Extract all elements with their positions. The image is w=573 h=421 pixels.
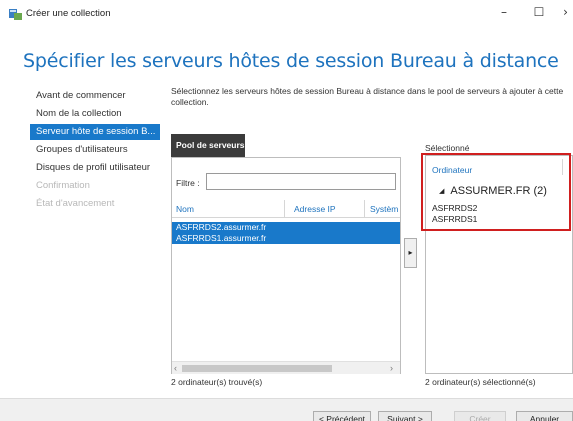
scroll-right-icon[interactable]: › bbox=[390, 363, 393, 373]
nav-item-etat-avancement: État d'avancement bbox=[36, 198, 115, 209]
nav-item-disques-profil[interactable]: Disques de profil utilisateur bbox=[30, 160, 160, 176]
tab-pool-de-serveurs[interactable]: Pool de serveurs bbox=[171, 134, 245, 157]
column-separator bbox=[284, 200, 285, 217]
selected-label: Sélectionné bbox=[425, 143, 470, 153]
title-bar: Créer une collection – ☐ › bbox=[0, 0, 573, 30]
nav-item-confirmation: Confirmation bbox=[36, 180, 90, 191]
wizard-footer: < Précédent Suivant > Créer Annuler bbox=[0, 398, 573, 421]
maximize-button[interactable]: ☐ bbox=[527, 5, 551, 19]
next-button[interactable]: Suivant > bbox=[378, 411, 432, 421]
close-button[interactable]: › bbox=[558, 5, 573, 19]
add-selected-button[interactable]: ▸ bbox=[404, 238, 417, 268]
horizontal-scrollbar[interactable]: ‹ › bbox=[172, 361, 400, 374]
cancel-button[interactable]: Annuler bbox=[516, 411, 573, 421]
column-nom[interactable]: Nom bbox=[176, 204, 194, 214]
nav-item-serveur-hote[interactable]: Serveur hôte de session B... bbox=[30, 124, 160, 140]
nav-item-groupes-utilisateurs[interactable]: Groupes d'utilisateurs bbox=[30, 142, 160, 158]
selected-count-text: 2 ordinateur(s) sélectionné(s) bbox=[425, 377, 536, 387]
nav-item-nom-collection[interactable]: Nom de la collection bbox=[30, 106, 160, 122]
instructions-text: Sélectionnez les serveurs hôtes de sessi… bbox=[171, 86, 564, 107]
window-title: Créer une collection bbox=[26, 8, 111, 19]
column-systeme[interactable]: Systèm bbox=[370, 204, 398, 214]
filter-input[interactable] bbox=[206, 173, 396, 190]
column-separator bbox=[364, 200, 365, 217]
highlight-frame bbox=[421, 153, 571, 231]
scrollbar-thumb[interactable] bbox=[182, 365, 332, 372]
pool-count-text: 2 ordinateur(s) trouvé(s) bbox=[171, 377, 263, 387]
pool-column-header: Nom Adresse IP Systèm bbox=[172, 200, 400, 218]
column-adresse-ip[interactable]: Adresse IP bbox=[294, 204, 336, 214]
table-row[interactable]: ASFRRDS1.assurmer.fr bbox=[172, 233, 400, 244]
wizard-nav: Avant de commencer Nom de la collection … bbox=[30, 88, 160, 214]
scroll-left-icon[interactable]: ‹ bbox=[174, 363, 177, 373]
previous-button[interactable]: < Précédent bbox=[313, 411, 371, 421]
table-row[interactable]: ASFRRDS2.assurmer.fr bbox=[172, 222, 400, 233]
nav-item-avant-de-commencer[interactable]: Avant de commencer bbox=[30, 88, 160, 104]
page-title: Spécifier les serveurs hôtes de session … bbox=[23, 50, 559, 72]
server-manager-icon bbox=[9, 9, 22, 20]
server-pool-panel: Filtre : Nom Adresse IP Systèm ASFRRDS2.… bbox=[171, 157, 401, 374]
create-button: Créer bbox=[454, 411, 506, 421]
minimize-button[interactable]: – bbox=[492, 5, 516, 19]
filter-label: Filtre : bbox=[176, 178, 200, 188]
